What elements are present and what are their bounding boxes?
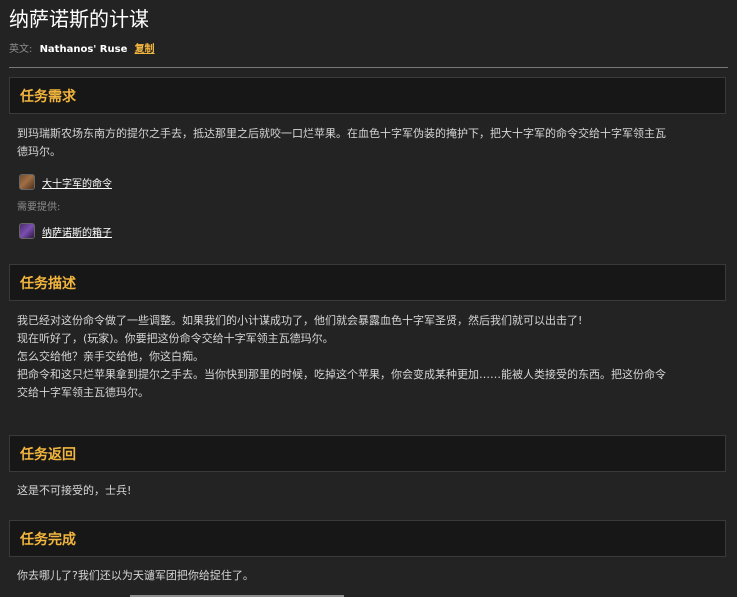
requirements-line: 德玛尔。 <box>17 145 61 158</box>
description-line: 现在听好了，(玩家)。你要把这份命令交给十字军领主瓦德玛尔。 <box>17 332 334 345</box>
complete-header: 任务完成 <box>9 520 726 557</box>
page-title: 纳萨诺斯的计谋 <box>9 7 149 31</box>
quest-page: 纳萨诺斯的计谋 英文: Nathanos' Ruse 复制 任务需求 到玛瑞斯农… <box>0 0 737 597</box>
requirements-heading: 任务需求 <box>20 89 76 105</box>
description-line: 交给十字军领主瓦德玛尔。 <box>17 386 149 399</box>
box-icon <box>19 223 35 239</box>
complete-heading: 任务完成 <box>20 532 76 548</box>
return-header: 任务返回 <box>9 435 726 472</box>
english-label: 英文: <box>9 44 33 55</box>
quest-item-row: 大十字军的命令 <box>19 172 112 192</box>
description-line: 怎么交给他？亲手交给他，你这白痴。 <box>17 350 204 363</box>
complete-line: 你去哪儿了?我们还以为天谴军团把你给捉住了。 <box>17 569 254 582</box>
copy-button[interactable]: 复制 <box>135 44 155 55</box>
title-divider <box>9 67 728 68</box>
english-name: Nathanos' Ruse <box>39 44 128 55</box>
requirements-line: 到玛瑞斯农场东南方的提尔之手去，抵达那里之后就咬一口烂苹果。在血色十字军伪装的掩… <box>17 127 666 140</box>
description-text: 我已经对这份命令做了一些调整。如果我们的小计谋成功了，他们就会暴露血色十字军圣贤… <box>17 312 727 402</box>
description-heading: 任务描述 <box>20 276 76 292</box>
provided-item-row: 纳萨诺斯的箱子 <box>19 221 112 241</box>
requirements-header: 任务需求 <box>9 77 726 114</box>
provided-item-link[interactable]: 纳萨诺斯的箱子 <box>42 224 112 239</box>
return-line: 这是不可接受的，士兵! <box>17 484 132 497</box>
return-heading: 任务返回 <box>20 447 76 463</box>
return-text: 这是不可接受的，士兵! <box>17 482 727 500</box>
scroll-icon <box>19 174 35 190</box>
requirements-text: 到玛瑞斯农场东南方的提尔之手去，抵达那里之后就咬一口烂苹果。在血色十字军伪装的掩… <box>17 125 727 161</box>
description-line: 我已经对这份命令做了一些调整。如果我们的小计谋成功了，他们就会暴露血色十字军圣贤… <box>17 314 583 327</box>
description-line: 把命令和这只烂苹果拿到提尔之手去。当你快到那里的时候，吃掉这个苹果，你会变成某种… <box>17 368 666 381</box>
description-header: 任务描述 <box>9 264 726 301</box>
english-name-row: 英文: Nathanos' Ruse 复制 <box>9 43 155 57</box>
needs-label: 需要提供: <box>17 202 61 213</box>
item-link[interactable]: 大十字军的命令 <box>42 175 112 190</box>
complete-text: 你去哪儿了?我们还以为天谴军团把你给捉住了。 <box>17 567 727 585</box>
